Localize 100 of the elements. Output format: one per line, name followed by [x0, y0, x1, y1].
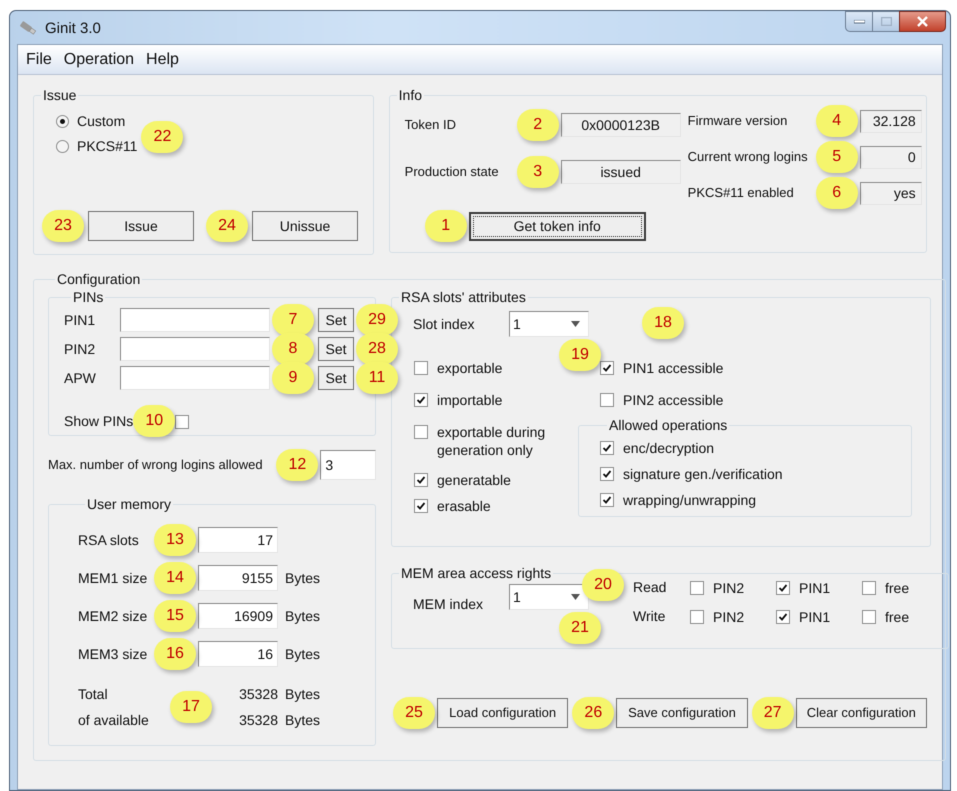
group-title: MEM area access rights [400, 565, 552, 581]
group-title: Issue [42, 87, 78, 103]
configuration-button[interactable]: Save configuration [616, 698, 748, 728]
minimize-button[interactable] [845, 11, 873, 32]
radio-label: PKCS#11 [77, 137, 138, 156]
checkbox-label: free [885, 608, 910, 626]
checkbox[interactable] [414, 473, 428, 487]
callout-marker: 12 [276, 449, 318, 481]
maximize-button[interactable] [873, 11, 899, 32]
issue-button[interactable]: Issue [88, 211, 194, 241]
readonly-field: yes [860, 182, 922, 204]
checkbox[interactable] [776, 580, 790, 594]
checkbox[interactable] [690, 580, 704, 594]
set-button[interactable]: Set [318, 308, 354, 332]
mem-index-dropdown[interactable]: 1 [509, 584, 589, 610]
checkbox[interactable] [862, 610, 876, 624]
dropdown-arrow-icon [571, 594, 580, 600]
checkbox-label: free [885, 578, 910, 596]
checkbox[interactable] [414, 361, 428, 375]
callout-marker: 18 [642, 307, 684, 339]
configuration-button[interactable]: Load configuration [437, 698, 568, 728]
checkbox[interactable] [600, 361, 614, 375]
checkbox-label: PIN2 accessible [623, 391, 724, 409]
total-label: of available [78, 711, 150, 730]
checkbox[interactable] [600, 393, 614, 407]
dropdown-arrow-icon [571, 321, 580, 327]
callout-marker: 15 [154, 600, 196, 632]
callout-marker: 20 [582, 569, 624, 601]
callout-marker: 10 [133, 405, 176, 437]
field-label: APW [64, 368, 97, 388]
checkbox[interactable] [600, 441, 614, 455]
minimize-icon [854, 20, 864, 24]
checkbox-label: exportable during generation only [437, 423, 546, 459]
field-label: MEM2 size [78, 606, 148, 626]
maximize-icon [880, 17, 892, 26]
checkbox-label: generatable [437, 471, 511, 489]
callout-marker: 5 [816, 141, 858, 173]
callout-marker: 19 [559, 339, 601, 371]
callout-marker: 29 [356, 304, 398, 336]
callout-marker: 14 [154, 562, 196, 594]
checkbox[interactable] [600, 467, 614, 481]
close-icon [916, 16, 929, 27]
callout-marker: 3 [516, 156, 559, 188]
radio-button[interactable] [56, 115, 69, 128]
checkbox-label: Show PINs [64, 412, 134, 430]
checkbox[interactable] [690, 610, 704, 624]
group-title: PINs [72, 289, 104, 305]
total-value: 35328 [238, 711, 278, 730]
unit-label: Bytes [285, 568, 320, 588]
checkbox[interactable] [414, 425, 428, 439]
memory-field[interactable]: 17 [198, 527, 278, 553]
row-label: Read [633, 578, 668, 597]
menu-item[interactable]: File [20, 48, 58, 72]
callout-marker: 6 [816, 177, 858, 209]
field-label: PIN1 [64, 310, 96, 330]
pin-field[interactable] [120, 308, 270, 332]
callout-marker: 21 [559, 612, 601, 644]
menu-item[interactable]: Help [140, 48, 185, 72]
pin-field[interactable] [120, 337, 270, 361]
checkbox[interactable] [862, 580, 876, 594]
checkbox-label: PIN1 [799, 608, 830, 626]
issue-button[interactable]: Unissue [252, 211, 358, 241]
radio-button[interactable] [56, 140, 69, 153]
set-button[interactable]: Set [318, 366, 354, 390]
field-label: MEM index [413, 594, 484, 614]
group-title: RSA slots' attributes [400, 289, 527, 305]
memory-field[interactable]: 16 [198, 641, 278, 667]
unit-label: Bytes [285, 644, 320, 664]
callout-marker: 9 [272, 362, 314, 394]
checkbox[interactable] [600, 493, 614, 507]
callout-marker: 7 [272, 304, 314, 336]
close-button[interactable] [899, 11, 946, 32]
field-label: Current wrong logins [688, 148, 809, 166]
checkbox[interactable] [776, 610, 790, 624]
get-token-info-button[interactable]: Get token info [468, 212, 646, 240]
checkbox[interactable] [414, 499, 428, 513]
checkbox[interactable] [414, 393, 428, 407]
callout-marker: 25 [393, 697, 435, 729]
menu-item[interactable]: Operation [58, 48, 140, 72]
checkbox-label: erasable [437, 497, 491, 515]
callout-marker: 8 [272, 333, 314, 365]
callout-marker: 1 [424, 210, 467, 242]
set-button[interactable]: Set [318, 337, 354, 361]
field-label: PKCS#11 enabled [688, 184, 795, 202]
slot-index-dropdown[interactable]: 1 [509, 311, 589, 337]
callout-marker: 24 [206, 210, 248, 242]
callout-marker: 26 [572, 697, 614, 729]
memory-field[interactable]: 9155 [198, 565, 278, 591]
field-label: MEM3 size [78, 644, 148, 664]
checkbox-label: signature gen./verification [623, 465, 783, 483]
readonly-field: issued [560, 160, 681, 184]
memory-field[interactable]: 16909 [198, 603, 278, 629]
checkbox-label: PIN2 [713, 608, 744, 626]
checkbox-label: exportable [437, 359, 502, 377]
max-logins-field[interactable]: 3 [320, 450, 376, 480]
configuration-button[interactable]: Clear configuration [796, 698, 927, 728]
field-label: Firmware version [688, 112, 788, 130]
checkbox[interactable] [175, 415, 190, 429]
callout-marker: 28 [356, 333, 398, 365]
pin-field[interactable] [120, 366, 270, 390]
